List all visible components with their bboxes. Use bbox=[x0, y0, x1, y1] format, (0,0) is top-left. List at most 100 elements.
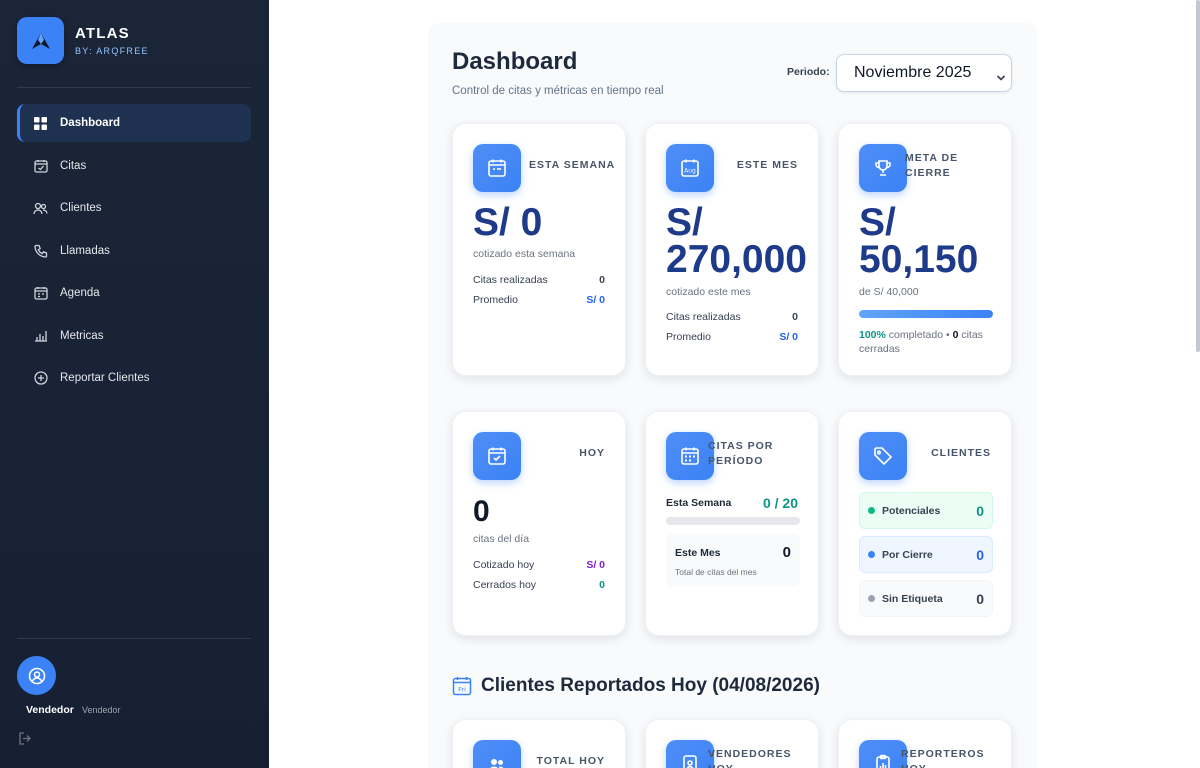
card-meta-cierre: META DE CIERRE S/ 50,150 de S/ 40,000 10… bbox=[838, 123, 1012, 376]
month-row-promedio: Promedio S/ 0 bbox=[666, 331, 798, 343]
period-label: Periodo: bbox=[787, 66, 830, 78]
goal-value-currency: S/ bbox=[859, 201, 896, 244]
svg-text:Aug: Aug bbox=[684, 168, 696, 175]
card-label: CITAS POR PERÍODO bbox=[708, 440, 774, 467]
week-row-citas: Citas realizadas 0 bbox=[473, 274, 605, 286]
card-label: REPORTEROS HOY bbox=[901, 748, 985, 768]
page-title: Dashboard bbox=[452, 48, 578, 75]
period-month-caption: Total de citas del mes bbox=[675, 567, 757, 577]
calendar-fri-icon: Fri bbox=[452, 676, 472, 701]
sidebar-nav: Dashboard Citas Clientes Llamadas Agenda… bbox=[17, 104, 251, 402]
goal-progress-fill bbox=[859, 310, 993, 318]
phone-icon bbox=[33, 243, 48, 258]
calendar-month-icon: Aug bbox=[666, 144, 714, 192]
period-month-value: 0 bbox=[782, 544, 791, 561]
sidebar-item-llamadas[interactable]: Llamadas bbox=[17, 232, 251, 270]
row-label: Cerrados hoy bbox=[473, 579, 537, 591]
chip-count: 0 bbox=[976, 590, 984, 607]
row-value: S/ 0 bbox=[586, 294, 605, 306]
sidebar-item-metricas[interactable]: Metricas bbox=[17, 317, 251, 355]
brand[interactable]: ATLAS BY: ARQFREE bbox=[17, 17, 149, 64]
today-value: 0 bbox=[473, 495, 490, 528]
row-value: S/ 0 bbox=[779, 331, 798, 343]
sidebar-divider bbox=[17, 638, 251, 639]
sidebar-item-citas[interactable]: Citas bbox=[17, 147, 251, 185]
row-label: Promedio bbox=[473, 294, 518, 306]
clients-chip-potenciales[interactable]: Potenciales 0 bbox=[859, 492, 993, 529]
period-month-box: Este Mes 0 Total de citas del mes bbox=[666, 534, 800, 586]
users-icon bbox=[473, 740, 521, 768]
period-week-row: Esta Semana 0 / 20 bbox=[666, 495, 798, 511]
card-total-hoy: TOTAL HOY bbox=[452, 719, 626, 768]
sidebar-item-reportar-clientes[interactable]: Reportar Clientes bbox=[17, 359, 251, 397]
avatar[interactable] bbox=[17, 656, 56, 695]
card-label: CLIENTES bbox=[931, 447, 991, 459]
row-label: Promedio bbox=[666, 331, 711, 343]
row-label: Citas realizadas bbox=[473, 274, 548, 286]
sidebar: ATLAS BY: ARQFREE Dashboard Citas Client… bbox=[0, 0, 269, 768]
week-value: S/ 0 bbox=[473, 201, 543, 244]
week-caption: cotizado esta semana bbox=[473, 248, 576, 260]
page-subtitle: Control de citas y métricas en tiempo re… bbox=[452, 85, 664, 97]
sidebar-divider bbox=[17, 87, 251, 88]
section-title: Clientes Reportados Hoy (04/08/2026) bbox=[481, 675, 820, 696]
month-caption: cotizado este mes bbox=[666, 286, 751, 298]
clipboard-chart-icon bbox=[859, 740, 907, 768]
row-value: S/ 0 bbox=[586, 559, 605, 571]
month-row-citas: Citas realizadas 0 bbox=[666, 311, 798, 323]
card-label: HOY bbox=[579, 447, 605, 459]
row-value: 0 bbox=[599, 579, 605, 591]
brand-subtitle: BY: ARQFREE bbox=[75, 46, 149, 56]
atlas-logo-icon bbox=[17, 17, 64, 64]
sidebar-item-label: Citas bbox=[60, 159, 87, 172]
card-label: META DE CIERRE bbox=[905, 152, 959, 179]
svg-text:Fri: Fri bbox=[458, 686, 466, 694]
sidebar-item-label: Clientes bbox=[60, 202, 102, 214]
trophy-icon bbox=[859, 144, 907, 192]
chip-count: 0 bbox=[976, 502, 984, 519]
sidebar-item-dashboard[interactable]: Dashboard bbox=[17, 104, 251, 142]
chevron-down-icon bbox=[996, 69, 1006, 87]
id-badge-icon bbox=[666, 740, 714, 768]
bar-chart-icon bbox=[33, 328, 48, 343]
period-select[interactable]: Noviembre 2025 bbox=[836, 54, 1012, 92]
status-dot bbox=[868, 595, 875, 602]
goal-completed-text: completado • bbox=[885, 329, 953, 341]
user-name: Vendedor bbox=[26, 704, 74, 716]
card-label: VENDEDORES HOY bbox=[708, 748, 792, 768]
card-reporteros-hoy: REPORTEROS HOY bbox=[838, 719, 1012, 768]
sidebar-item-clientes[interactable]: Clientes bbox=[17, 189, 251, 227]
clients-chip-sin-etiqueta[interactable]: Sin Etiqueta 0 bbox=[859, 580, 993, 617]
goal-caption: de S/ 40,000 bbox=[859, 286, 919, 298]
row-value: 0 bbox=[792, 311, 798, 323]
month-value-amount: 270,000 bbox=[666, 238, 807, 281]
card-esta-semana: ESTA SEMANA S/ 0 cotizado esta semana Ci… bbox=[452, 123, 626, 376]
chip-count: 0 bbox=[976, 546, 984, 563]
scrollbar-thumb[interactable] bbox=[1196, 0, 1200, 352]
calendar-grid-icon bbox=[666, 432, 714, 480]
row-value: 0 bbox=[599, 274, 605, 286]
goal-value-amount: 50,150 bbox=[859, 238, 979, 281]
logout-icon[interactable] bbox=[18, 732, 33, 750]
today-row-cotizado: Cotizado hoy S/ 0 bbox=[473, 559, 605, 571]
card-este-mes: Aug ESTE MES S/ 270,000 cotizado este me… bbox=[645, 123, 819, 376]
period-month-label: Este Mes bbox=[675, 547, 721, 559]
sidebar-item-agenda[interactable]: Agenda bbox=[17, 274, 251, 312]
chip-label: Potenciales bbox=[882, 504, 941, 517]
card-citas-periodo: CITAS POR PERÍODO Esta Semana 0 / 20 Este… bbox=[645, 411, 819, 636]
period-week-progress bbox=[666, 517, 800, 525]
calendar-check-icon bbox=[33, 158, 48, 173]
card-vendedores-hoy: VENDEDORES HOY bbox=[645, 719, 819, 768]
clients-chip-por-cierre[interactable]: Por Cierre 0 bbox=[859, 536, 993, 573]
sidebar-item-label: Agenda bbox=[60, 287, 100, 299]
goal-status-text: 100% completado • 0 citas cerradas bbox=[859, 328, 999, 356]
week-row-promedio: Promedio S/ 0 bbox=[473, 294, 605, 306]
card-label: ESTA SEMANA bbox=[529, 159, 616, 171]
chip-label: Por Cierre bbox=[882, 548, 933, 561]
calendar-today-icon bbox=[473, 432, 521, 480]
goal-progress-bar bbox=[859, 310, 993, 318]
period-value: Noviembre 2025 bbox=[854, 64, 972, 81]
chip-label: Sin Etiqueta bbox=[882, 592, 943, 605]
goal-pct: 100% bbox=[859, 329, 886, 341]
period-week-value: 0 / 20 bbox=[762, 495, 798, 511]
